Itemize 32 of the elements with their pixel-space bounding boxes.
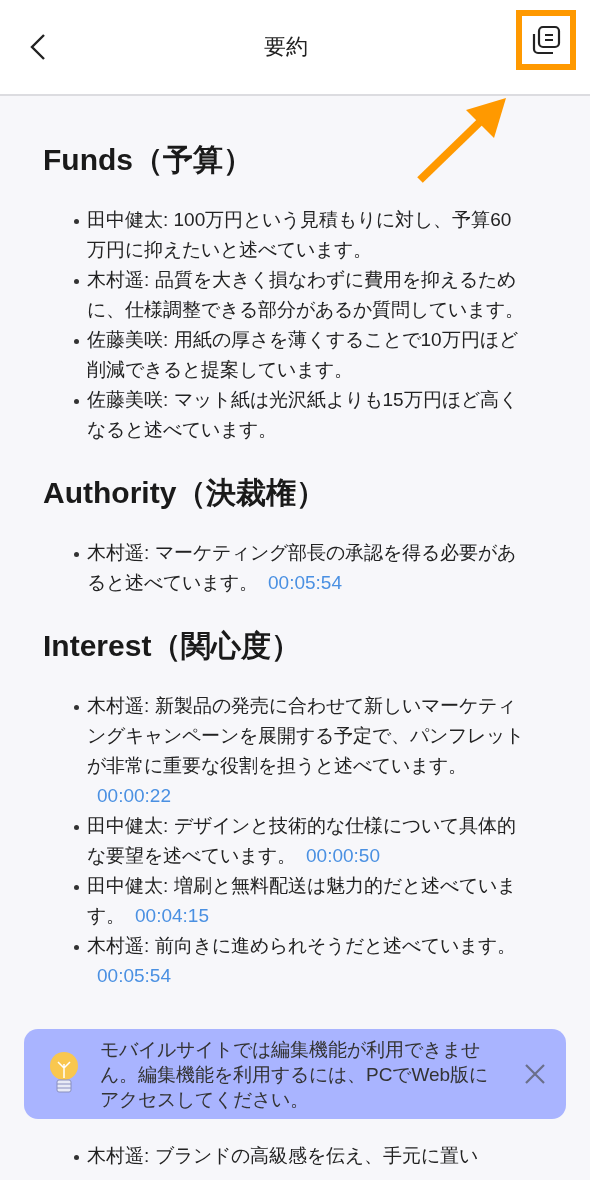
bullet-icon <box>74 885 79 890</box>
bullet-icon <box>74 279 79 284</box>
bullet-icon <box>74 945 79 950</box>
bullet-icon <box>74 1155 79 1160</box>
section-heading: Interest（関心度） <box>43 628 303 664</box>
section-heading: Authority（決裁権） <box>43 475 328 511</box>
summary-item: 田中健太: デザインと技術的な仕様について具体的な要望を述べています。 00:00:50 <box>87 814 517 868</box>
bullet-icon <box>74 339 79 344</box>
summary-item: 木村遥: 品質を大きく損なわずに費用を抑えるために、仕様調整できる部分があるか質問しています。 <box>87 268 525 322</box>
summary-item: 佐藤美咲: 用紙の厚さを薄くすることで10万円ほど削減できると提案しています。 <box>87 328 519 382</box>
timestamp-link[interactable]: 00:00:50 <box>306 845 380 866</box>
bullet-icon <box>74 825 79 830</box>
bullet-icon <box>74 552 79 557</box>
timestamp-link[interactable]: 00:04:15 <box>135 905 209 926</box>
page-title: 要約 <box>264 33 308 61</box>
bullet-icon <box>74 219 79 224</box>
bullet-icon <box>74 705 79 710</box>
section-heading: Funds（予算） <box>43 142 254 178</box>
summary-item: 木村遥: マーケティング部長の承認を得る必要があると述べています。 00:05:54 <box>87 541 517 595</box>
copy-icon[interactable] <box>530 24 562 56</box>
summary-item: 木村遥: 新製品の発売に合わせて新しいマーケティングキャンペーンを展開する予定で、パンフレットが非常に重要な役割を担うと述べています。 00:00:22 <box>87 694 525 808</box>
summary-item: 田中健太: 増刷と無料配送は魅力的だと述べています。 00:04:15 <box>87 874 517 928</box>
notice-message: モバイルサイトでは編集機能が利用できません。編集機能を利用するには、PCでWeb版にアクセスしてください。 <box>100 1037 490 1112</box>
timestamp-link[interactable]: 00:05:54 <box>268 572 342 593</box>
timestamp-link[interactable]: 00:05:54 <box>97 965 171 986</box>
bullet-icon <box>74 399 79 404</box>
summary-item: 木村遥: ブランドの高級感を伝え、手元に置い <box>87 1144 479 1168</box>
summary-item: 佐藤美咲: マット紙は光沢紙よりも15万円ほど高くなると述べています。 <box>87 388 519 442</box>
timestamp-link[interactable]: 00:00:22 <box>97 785 171 806</box>
summary-item: 田中健太: 100万円という見積もりに対し、予算60万円に抑えたいと述べています。 <box>87 208 513 262</box>
close-icon <box>524 1063 546 1085</box>
summary-item: 木村遥: 前向きに進められそうだと述べています。 00:05:54 <box>87 934 517 988</box>
